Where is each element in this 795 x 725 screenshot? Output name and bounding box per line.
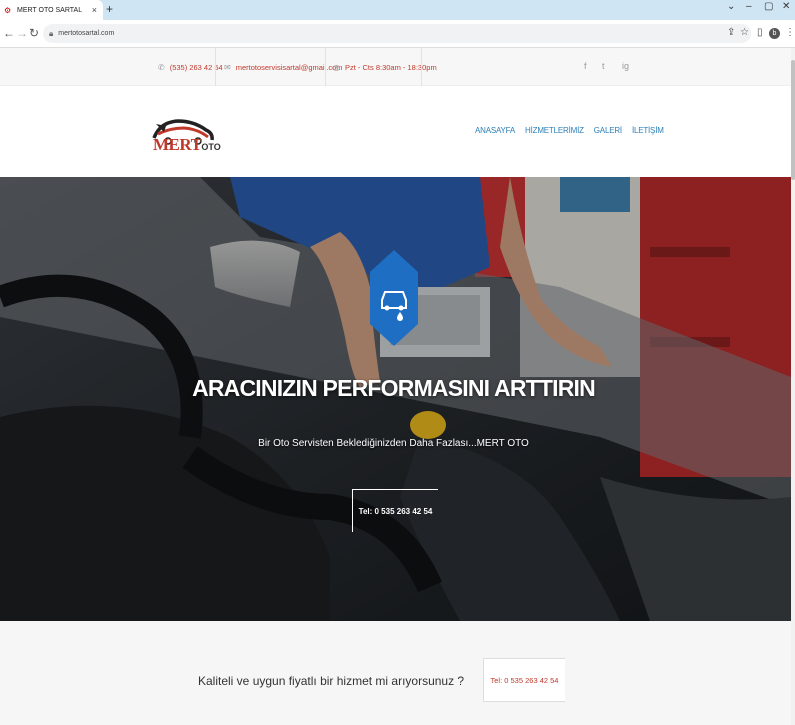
hero-call-button[interactable]: Tel: 0 535 263 42 54: [352, 489, 438, 532]
main-nav: ANASAYFA HİZMETLERİMİZ GALERİ İLETİŞİM: [475, 126, 674, 135]
profile-avatar[interactable]: b: [769, 28, 780, 39]
nav-item-home[interactable]: ANASAYFA: [475, 126, 515, 135]
phone-info[interactable]: ✆ (535) 263 42 54: [158, 48, 223, 86]
info-divider: [421, 48, 422, 86]
facebook-icon[interactable]: f: [584, 61, 587, 71]
brand-logo-text[interactable]: MERTOTO: [153, 135, 221, 155]
brand-name: MERT: [153, 135, 202, 154]
cta-call-button[interactable]: Tel: 0 535 263 42 54: [483, 658, 565, 702]
info-divider: [325, 48, 326, 86]
site-header: MERTOTO ANASAYFA HİZMETLERİMİZ GALERİ İL…: [0, 86, 795, 177]
instagram-icon[interactable]: ig: [622, 61, 629, 71]
bookmark-star-icon[interactable]: ☆: [740, 27, 749, 38]
url-field[interactable]: 🔒︎ mertotosartal.com: [43, 24, 751, 43]
tab-search-icon[interactable]: ⌄: [727, 1, 735, 12]
info-divider: [215, 48, 216, 86]
new-tab-button[interactable]: +: [106, 2, 113, 16]
site-favicon-icon: ⚙: [4, 5, 12, 15]
sidebar-icon[interactable]: ▯: [757, 27, 763, 38]
hours-text: Pzt - Cts 8:30am - 18:30pm: [344, 62, 437, 72]
nav-item-contact[interactable]: İLETİŞİM: [632, 126, 664, 135]
mail-icon: ✉: [224, 62, 231, 72]
minimize-button[interactable]: –: [746, 1, 752, 12]
maximize-button[interactable]: ▢: [764, 1, 773, 12]
back-icon[interactable]: ←: [3, 26, 15, 40]
nav-item-gallery[interactable]: GALERİ: [594, 126, 622, 135]
lock-icon[interactable]: 🔒︎: [49, 29, 53, 39]
cta-section: Kaliteli ve uygun fiyatlı bir hizmet mi …: [0, 621, 791, 725]
forward-icon[interactable]: →: [16, 26, 28, 40]
phone-icon: ✆: [158, 62, 165, 72]
address-bar-row: ← → ↻ 🔒︎ mertotosartal.com ⇪ ☆ ▯ ⋮: [0, 20, 795, 48]
top-info-bar: ✆ (535) 263 42 54 ✉ mertotoservisisartal…: [0, 48, 795, 86]
share-icon[interactable]: ⇪: [727, 27, 735, 38]
hero-section: ARACINIZIN PERFORMASINI ARTTIRIN Bir Oto…: [0, 177, 791, 621]
menu-dots-icon[interactable]: ⋮: [785, 27, 795, 38]
close-window-button[interactable]: ✕: [782, 1, 790, 12]
cta-text: Kaliteli ve uygun fiyatlı bir hizmet mi …: [198, 674, 465, 688]
reload-icon[interactable]: ↻: [29, 26, 39, 40]
twitter-icon[interactable]: t: [602, 61, 605, 71]
tab-close-icon[interactable]: ×: [92, 5, 97, 15]
nav-item-services[interactable]: HİZMETLERİMİZ: [525, 126, 584, 135]
browser-tab-bar: ⚙ MERT OTO SARTAL × + ⌄ – ▢ ✕: [0, 0, 795, 20]
clock-icon: ◷: [333, 62, 340, 72]
browser-tab[interactable]: ⚙ MERT OTO SARTAL ×: [0, 0, 103, 20]
url-text: mertotosartal.com: [58, 30, 115, 37]
tab-title: MERT OTO SARTAL: [17, 6, 83, 14]
email-text: mertotoservisisartal@gmail.com: [235, 62, 343, 72]
oil-service-hex-icon: [370, 250, 418, 346]
hero-subtitle: Bir Oto Servisten Beklediğinizden Daha F…: [258, 438, 529, 449]
brand-suffix: OTO: [201, 142, 221, 152]
page-scrollbar-thumb[interactable]: [791, 60, 795, 180]
hero-title: ARACINIZIN PERFORMASINI ARTTIRIN: [192, 375, 596, 401]
